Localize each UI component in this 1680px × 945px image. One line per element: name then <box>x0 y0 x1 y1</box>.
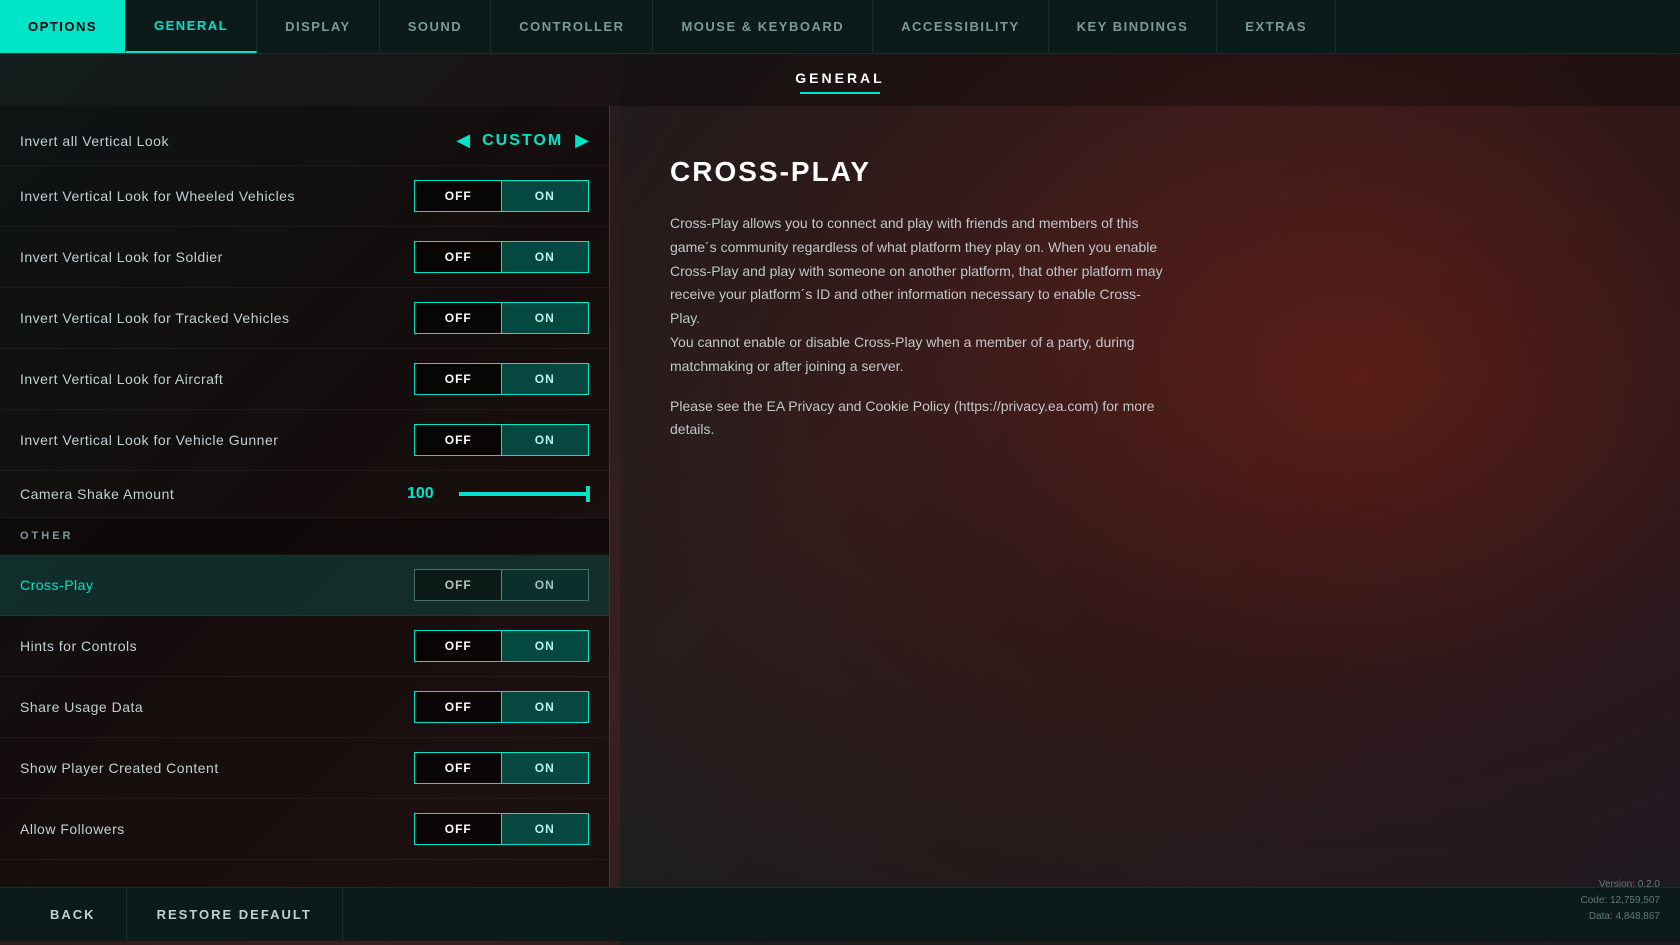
bottom-bar: BACK RESTORE DEFAULT <box>0 887 1680 941</box>
toggle-vehicle-gunner[interactable]: OFF ON <box>414 424 589 456</box>
tab-mouse-keyboard[interactable]: MOUSE & KEYBOARD <box>653 0 873 53</box>
toggle-share-usage[interactable]: OFF ON <box>414 691 589 723</box>
version-line3: Data: 4,848,867 <box>1580 909 1660 925</box>
toggle-indicator <box>501 631 588 661</box>
setting-invert-aircraft[interactable]: Invert Vertical Look for Aircraft OFF ON <box>0 349 609 410</box>
setting-hints-for-controls[interactable]: Hints for Controls OFF ON <box>0 616 609 677</box>
setting-invert-all-vertical-look[interactable]: Invert all Vertical Look ◀ CUSTOM ▶ <box>0 116 609 166</box>
setting-invert-soldier[interactable]: Invert Vertical Look for Soldier OFF ON <box>0 227 609 288</box>
custom-control-invert-all: ◀ CUSTOM ▶ <box>456 130 589 151</box>
toggle-off-label: OFF <box>415 692 502 722</box>
toggle-indicator <box>501 242 588 272</box>
arrow-right-invert-all[interactable]: ▶ <box>575 130 589 151</box>
detail-title: CROSS-PLAY <box>670 156 1620 188</box>
tab-extras[interactable]: EXTRAS <box>1217 0 1336 53</box>
tab-options[interactable]: OPTIONS <box>0 0 126 53</box>
slider-fill-camera-shake <box>459 492 589 496</box>
toggle-indicator <box>501 692 588 722</box>
toggle-indicator <box>501 303 588 333</box>
top-navigation: OPTIONS GENERAL DISPLAY SOUND CONTROLLER… <box>0 0 1680 54</box>
tab-controller[interactable]: CONTROLLER <box>491 0 653 53</box>
toggle-off-label: OFF <box>415 753 502 783</box>
setting-label-player-content: Show Player Created Content <box>20 760 219 776</box>
setting-allow-followers[interactable]: Allow Followers OFF ON <box>0 799 609 860</box>
toggle-hints[interactable]: OFF ON <box>414 630 589 662</box>
arrow-left-invert-all[interactable]: ◀ <box>456 130 470 151</box>
setting-label-share-usage: Share Usage Data <box>20 699 143 715</box>
setting-label-camera-shake: Camera Shake Amount <box>20 486 174 502</box>
toggle-off-label: OFF <box>415 303 502 333</box>
setting-label-cross-play: Cross-Play <box>20 577 93 593</box>
toggle-indicator <box>501 753 588 783</box>
slider-thumb-camera-shake <box>586 486 590 502</box>
toggle-off-label: OFF <box>415 814 502 844</box>
setting-label-aircraft: Invert Vertical Look for Aircraft <box>20 371 223 387</box>
toggle-soldier[interactable]: OFF ON <box>414 241 589 273</box>
toggle-wheeled-vehicles[interactable]: OFF ON <box>414 180 589 212</box>
toggle-indicator <box>501 570 588 600</box>
toggle-followers[interactable]: OFF ON <box>414 813 589 845</box>
section-title-underline <box>800 92 880 94</box>
setting-label-vehicle-gunner: Invert Vertical Look for Vehicle Gunner <box>20 432 278 448</box>
toggle-off-label: OFF <box>415 631 502 661</box>
version-line2: Code: 12,759,507 <box>1580 893 1660 909</box>
slider-control-camera-shake: 100 <box>407 485 589 503</box>
setting-invert-vehicle-gunner[interactable]: Invert Vertical Look for Vehicle Gunner … <box>0 410 609 471</box>
toggle-tracked-vehicles[interactable]: OFF ON <box>414 302 589 334</box>
setting-share-usage-data[interactable]: Share Usage Data OFF ON <box>0 677 609 738</box>
toggle-indicator <box>501 814 588 844</box>
setting-invert-wheeled-vehicles[interactable]: Invert Vertical Look for Wheeled Vehicle… <box>0 166 609 227</box>
setting-label-invert-all: Invert all Vertical Look <box>20 133 169 149</box>
restore-default-button[interactable]: RESTORE DEFAULT <box>127 888 343 941</box>
toggle-off-label: OFF <box>415 364 502 394</box>
detail-paragraph-1: Cross-Play allows you to connect and pla… <box>670 212 1170 379</box>
tab-accessibility[interactable]: ACCESSIBILITY <box>873 0 1048 53</box>
setting-label-followers: Allow Followers <box>20 821 125 837</box>
tab-display[interactable]: DISPLAY <box>257 0 380 53</box>
toggle-cross-play[interactable]: OFF ON <box>414 569 589 601</box>
toggle-aircraft[interactable]: OFF ON <box>414 363 589 395</box>
section-divider-other: OTHER <box>0 518 609 555</box>
version-line1: Version: 0.2.0 <box>1580 877 1660 893</box>
detail-paragraph-2: Please see the EA Privacy and Cookie Pol… <box>670 395 1170 443</box>
tab-general[interactable]: GENERAL <box>126 0 257 53</box>
custom-value-invert-all: CUSTOM <box>482 132 563 150</box>
slider-value-camera-shake: 100 <box>407 485 447 503</box>
slider-track-camera-shake[interactable] <box>459 492 589 496</box>
setting-label-tracked: Invert Vertical Look for Tracked Vehicle… <box>20 310 290 326</box>
left-panel: Invert all Vertical Look ◀ CUSTOM ▶ Inve… <box>0 106 610 887</box>
version-info: Version: 0.2.0 Code: 12,759,507 Data: 4,… <box>1580 877 1660 925</box>
setting-label-wheeled: Invert Vertical Look for Wheeled Vehicle… <box>20 188 295 204</box>
back-button[interactable]: BACK <box>20 888 127 941</box>
tab-key-bindings[interactable]: KEY BINDINGS <box>1049 0 1218 53</box>
toggle-indicator <box>501 425 588 455</box>
setting-cross-play[interactable]: Cross-Play OFF ON <box>0 555 609 616</box>
toggle-indicator <box>501 181 588 211</box>
toggle-off-label: OFF <box>415 181 502 211</box>
section-title: GENERAL <box>0 70 1680 86</box>
right-panel: CROSS-PLAY Cross-Play allows you to conn… <box>610 106 1680 887</box>
detail-text: Cross-Play allows you to connect and pla… <box>670 212 1170 442</box>
tab-sound[interactable]: SOUND <box>380 0 491 53</box>
setting-label-soldier: Invert Vertical Look for Soldier <box>20 249 223 265</box>
setting-camera-shake[interactable]: Camera Shake Amount 100 <box>0 471 609 518</box>
setting-show-player-content[interactable]: Show Player Created Content OFF ON <box>0 738 609 799</box>
main-content: Invert all Vertical Look ◀ CUSTOM ▶ Inve… <box>0 106 1680 887</box>
section-title-bar: GENERAL <box>0 54 1680 106</box>
toggle-indicator <box>501 364 588 394</box>
setting-invert-tracked-vehicles[interactable]: Invert Vertical Look for Tracked Vehicle… <box>0 288 609 349</box>
toggle-off-label: OFF <box>415 242 502 272</box>
setting-label-hints: Hints for Controls <box>20 638 137 654</box>
toggle-player-content[interactable]: OFF ON <box>414 752 589 784</box>
toggle-off-label: OFF <box>415 570 502 600</box>
toggle-off-label: OFF <box>415 425 502 455</box>
